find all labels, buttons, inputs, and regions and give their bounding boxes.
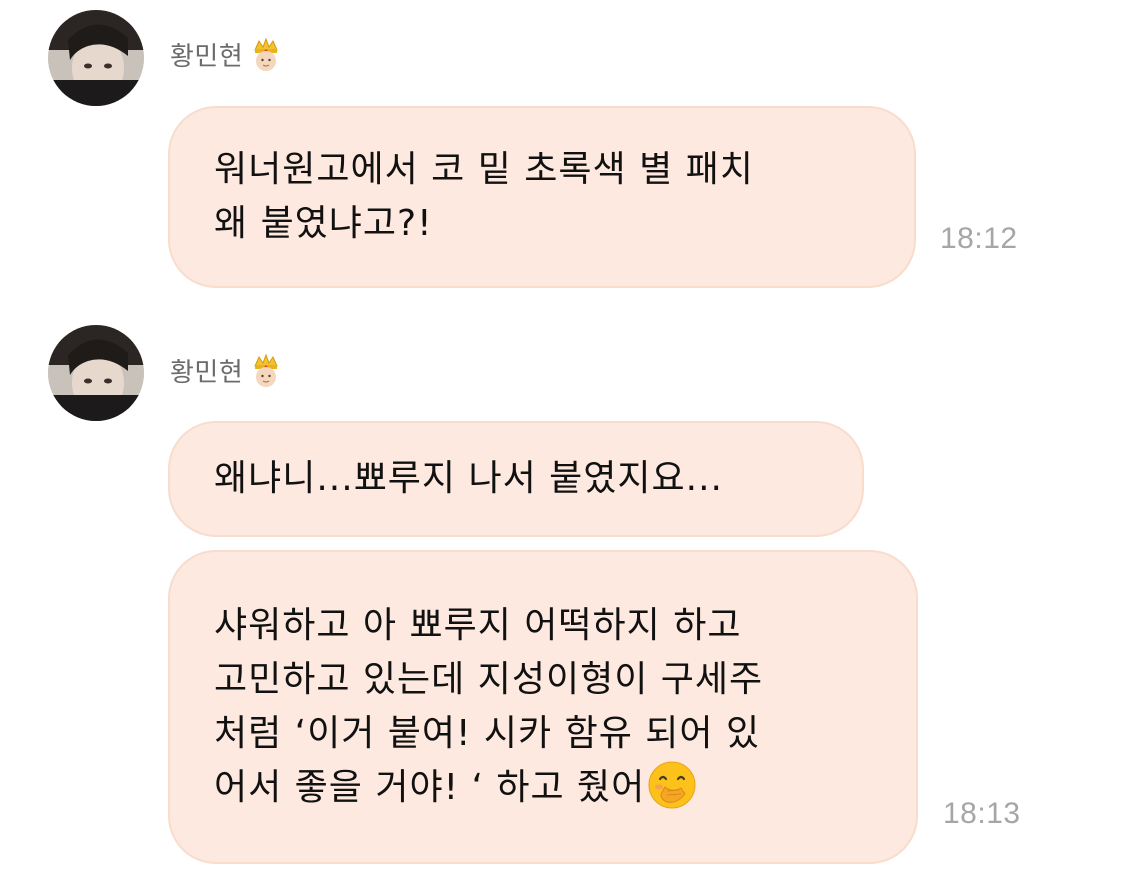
sender-avatar[interactable] — [48, 10, 144, 106]
sender-name: 황민현 — [170, 358, 244, 388]
message-text: 워너원고에서 코 밑 초록색 별 패치 왜 붙였냐고?! — [214, 149, 754, 244]
sender-row: 황민현 — [170, 352, 281, 389]
message-bubble[interactable]: 샤워하고 아 뾰루지 어떡하지 하고 고민하고 있는데 지성이형이 구세주 처럼… — [168, 550, 918, 864]
sender-name: 황민현 — [170, 42, 244, 72]
message-bubble[interactable]: 왜냐니...뾰루지 나서 붙였지요... — [168, 421, 864, 537]
message-bubble[interactable]: 워너원고에서 코 밑 초록색 별 패치 왜 붙였냐고?! — [168, 106, 916, 288]
crown-prince-emoji-icon — [251, 37, 281, 72]
message-timestamp: 18:12 — [940, 222, 1018, 255]
sender-avatar[interactable] — [48, 325, 144, 421]
message-text: 왜냐니...뾰루지 나서 붙였지요... — [214, 458, 723, 499]
avatar-photo — [48, 10, 144, 106]
sender-row: 황민현 — [170, 36, 281, 73]
face-with-hand-over-mouth-emoji-icon — [647, 760, 697, 810]
avatar-photo — [48, 325, 144, 421]
message-timestamp: 18:13 — [943, 797, 1021, 830]
message-content: 샤워하고 아 뾰루지 어떡하지 하고 고민하고 있는데 지성이형이 구세주 처럼… — [214, 599, 763, 815]
crown-prince-emoji-icon — [251, 353, 281, 388]
